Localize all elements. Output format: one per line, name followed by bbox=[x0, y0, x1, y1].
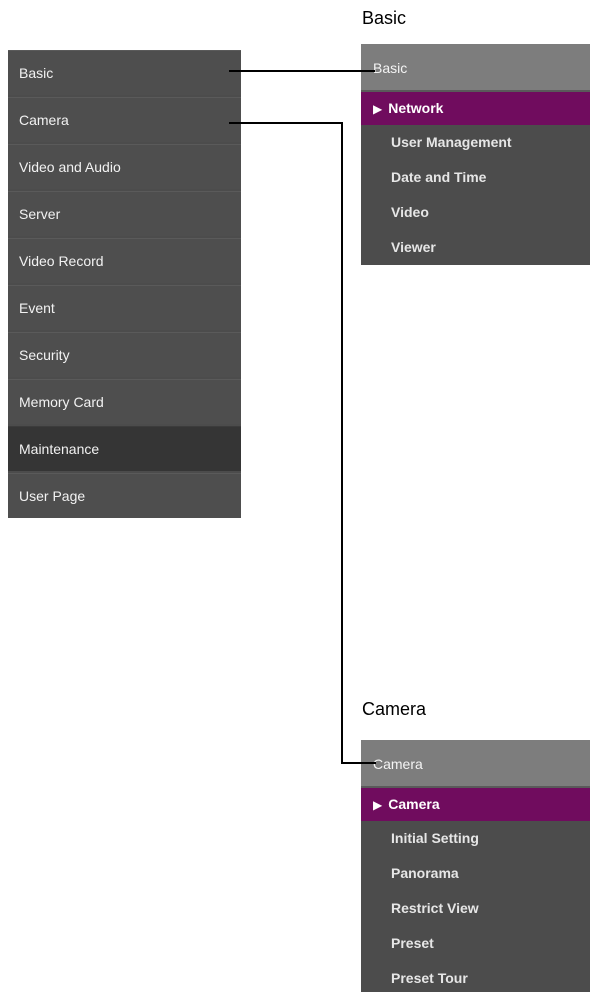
menu-item-memory-card[interactable]: Memory Card bbox=[8, 379, 241, 424]
menu-item-server[interactable]: Server bbox=[8, 191, 241, 236]
play-arrow-icon: ▶ bbox=[373, 798, 383, 812]
main-menu: Basic Camera Video and Audio Server Vide… bbox=[8, 50, 241, 518]
menu-item-user-page[interactable]: User Page bbox=[8, 473, 241, 518]
basic-submenu-header[interactable]: Basic bbox=[361, 44, 590, 92]
submenu-item-label: Network bbox=[388, 100, 444, 116]
menu-item-basic[interactable]: Basic bbox=[8, 50, 241, 95]
submenu-item-label: Camera bbox=[388, 796, 440, 812]
submenu-item-user-management[interactable]: User Management bbox=[361, 125, 590, 160]
submenu-item-video[interactable]: Video bbox=[361, 195, 590, 230]
menu-item-maintenance[interactable]: Maintenance bbox=[8, 426, 241, 471]
submenu-item-viewer[interactable]: Viewer bbox=[361, 230, 590, 265]
submenu-item-restrict-view[interactable]: Restrict View bbox=[361, 891, 590, 926]
basic-connector-line bbox=[229, 70, 375, 72]
submenu-item-camera[interactable]: ▶ Camera bbox=[361, 788, 590, 821]
menu-item-event[interactable]: Event bbox=[8, 285, 241, 330]
submenu-item-network[interactable]: ▶ Network bbox=[361, 92, 590, 125]
camera-panel-caption: Camera bbox=[362, 699, 427, 719]
submenu-item-date-and-time[interactable]: Date and Time bbox=[361, 160, 590, 195]
camera-submenu-header[interactable]: Camera bbox=[361, 740, 590, 788]
basic-panel-caption: Basic bbox=[362, 8, 407, 28]
submenu-item-preset-tour[interactable]: Preset Tour bbox=[361, 961, 590, 992]
basic-submenu: Basic ▶ Network User Management Date and … bbox=[361, 44, 590, 265]
play-arrow-icon: ▶ bbox=[373, 102, 383, 116]
menu-item-camera[interactable]: Camera bbox=[8, 97, 241, 142]
camera-submenu: Camera ▶ Camera Initial Setting Panorama … bbox=[361, 740, 590, 992]
submenu-item-initial-setting[interactable]: Initial Setting bbox=[361, 821, 590, 856]
camera-connector-line-bottom bbox=[341, 762, 376, 764]
page: Basic Camera Video and Audio Server Vide… bbox=[0, 0, 590, 992]
camera-connector-line-top bbox=[229, 122, 343, 124]
menu-item-video-and-audio[interactable]: Video and Audio bbox=[8, 144, 241, 189]
submenu-item-preset[interactable]: Preset bbox=[361, 926, 590, 961]
camera-connector-line-vertical bbox=[341, 122, 343, 764]
menu-item-video-record[interactable]: Video Record bbox=[8, 238, 241, 283]
menu-item-security[interactable]: Security bbox=[8, 332, 241, 377]
submenu-item-panorama[interactable]: Panorama bbox=[361, 856, 590, 891]
